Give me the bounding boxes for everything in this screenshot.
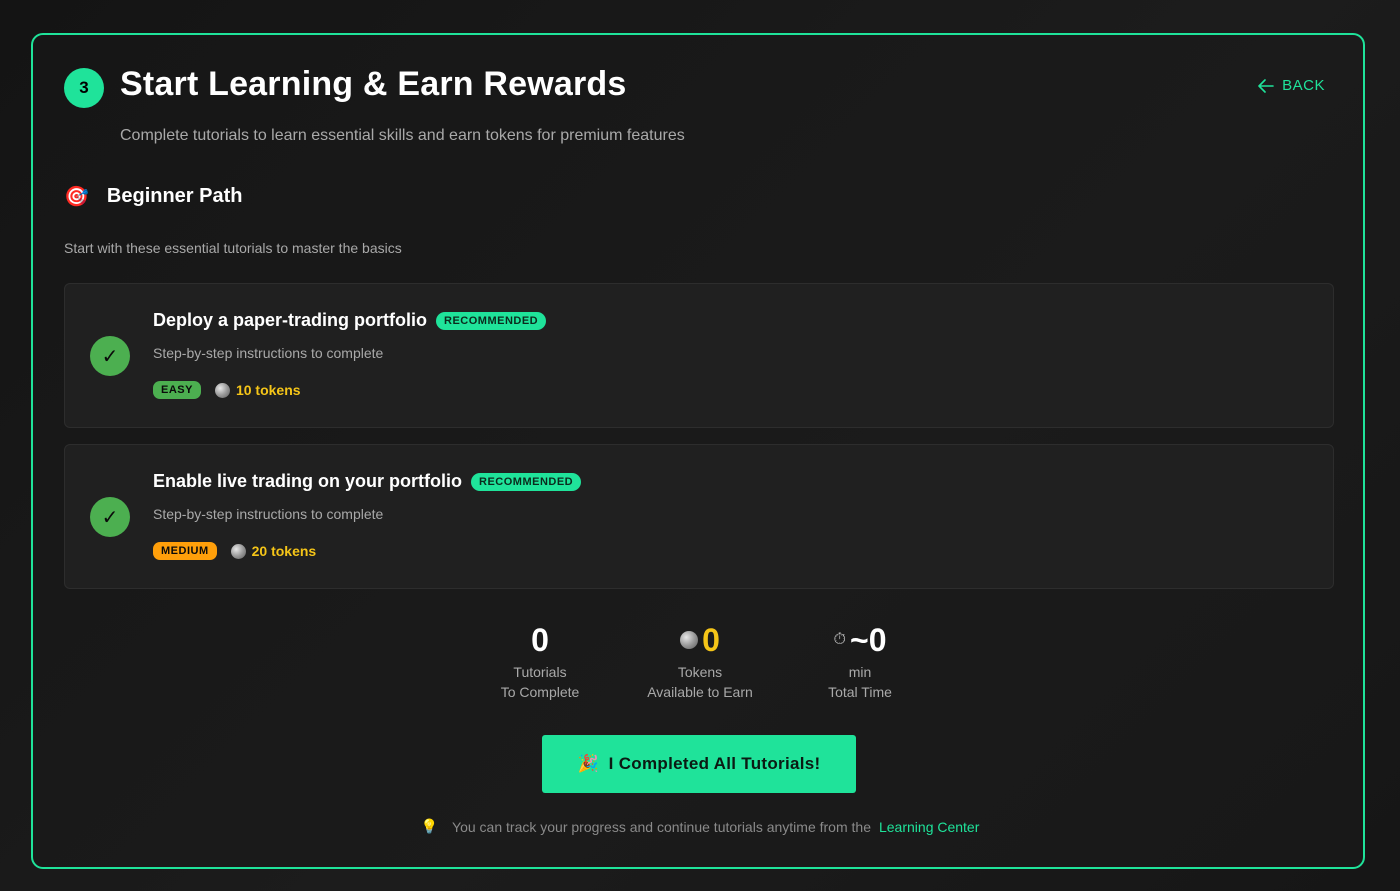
tutorial-meta: MEDIUM 20 tokens bbox=[153, 542, 316, 560]
back-button[interactable]: BACK bbox=[1258, 77, 1325, 94]
token-reward: 20 tokens bbox=[230, 543, 317, 559]
page-subtitle: Complete tutorials to learn essential sk… bbox=[120, 127, 685, 144]
checkmark-icon: ✓ bbox=[90, 497, 130, 537]
stat-time-label: min bbox=[848, 664, 872, 680]
tutorial-description: Step-by-step instructions to complete bbox=[153, 506, 384, 522]
arrow-left-icon bbox=[1258, 78, 1274, 93]
party-popper-icon: 🎉 bbox=[577, 754, 599, 773]
coin-icon bbox=[230, 543, 246, 559]
page-title: Start Learning & Earn Rewards bbox=[120, 65, 627, 103]
lightbulb-icon: 💡 bbox=[420, 818, 439, 834]
footer-text: You can track your progress and continue… bbox=[452, 818, 871, 835]
recommended-badge: RECOMMENDED bbox=[471, 472, 582, 491]
token-amount: 10 tokens bbox=[235, 382, 301, 398]
token-amount: 20 tokens bbox=[251, 543, 317, 559]
section-description: Start with these essential tutorials to … bbox=[64, 240, 402, 256]
tutorial-title-row: Enable live trading on your portfolio RE… bbox=[153, 471, 582, 492]
learning-center-link[interactable]: Learning Center bbox=[879, 819, 979, 835]
difficulty-badge: EASY bbox=[153, 381, 201, 399]
stopwatch-icon: ⏱ bbox=[833, 631, 846, 648]
stat-tokens-sub: Available to Earn bbox=[647, 684, 753, 700]
complete-button-label: I Completed All Tutorials! bbox=[608, 754, 821, 773]
step-number-badge: 3 bbox=[64, 68, 104, 108]
section-header: 🎯 Beginner Path bbox=[64, 185, 242, 208]
stat-tutorials-value: 0 bbox=[531, 621, 549, 658]
checkmark-icon: ✓ bbox=[90, 336, 130, 376]
target-icon: 🎯 bbox=[64, 185, 89, 208]
section-title: Beginner Path bbox=[106, 185, 243, 207]
tutorial-meta: EASY 10 tokens bbox=[153, 381, 301, 399]
recommended-badge: RECOMMENDED bbox=[436, 311, 547, 330]
back-label: BACK bbox=[1282, 77, 1325, 94]
stat-tutorials-label: Tutorials bbox=[513, 664, 567, 680]
tutorial-description: Step-by-step instructions to complete bbox=[153, 345, 384, 361]
footer-hint: 💡 You can track your progress and contin… bbox=[33, 818, 1367, 835]
onboarding-panel: 3 Start Learning & Earn Rewards BACK Com… bbox=[31, 33, 1365, 869]
stat-tutorials: 0 Tutorials To Complete bbox=[465, 620, 615, 702]
stat-tokens-value: 0 bbox=[702, 621, 720, 658]
stat-time-value: ~0 bbox=[850, 621, 887, 658]
tutorial-card[interactable]: ✓ Deploy a paper-trading portfolio RECOM… bbox=[64, 283, 1334, 428]
stat-time-sub: Total Time bbox=[828, 684, 892, 700]
stat-tokens-label: Tokens bbox=[677, 664, 723, 680]
stat-time: ⏱ ~0 min Total Time bbox=[785, 620, 935, 702]
difficulty-badge: MEDIUM bbox=[153, 542, 217, 560]
tutorial-title-row: Deploy a paper-trading portfolio RECOMME… bbox=[153, 310, 547, 331]
stat-tutorials-sub: To Complete bbox=[500, 684, 580, 700]
tutorial-card[interactable]: ✓ Enable live trading on your portfolio … bbox=[64, 444, 1334, 589]
coin-icon bbox=[680, 631, 699, 649]
tutorial-title: Deploy a paper-trading portfolio bbox=[153, 310, 428, 330]
token-reward: 10 tokens bbox=[214, 382, 301, 398]
tutorial-title: Enable live trading on your portfolio bbox=[153, 471, 463, 491]
complete-tutorials-button[interactable]: 🎉 I Completed All Tutorials! bbox=[542, 735, 856, 793]
stat-tokens: 0 Tokens Available to Earn bbox=[615, 620, 785, 702]
stats-summary: 0 Tutorials To Complete 0 Tokens Availab… bbox=[33, 620, 1367, 702]
coin-icon bbox=[214, 382, 230, 398]
